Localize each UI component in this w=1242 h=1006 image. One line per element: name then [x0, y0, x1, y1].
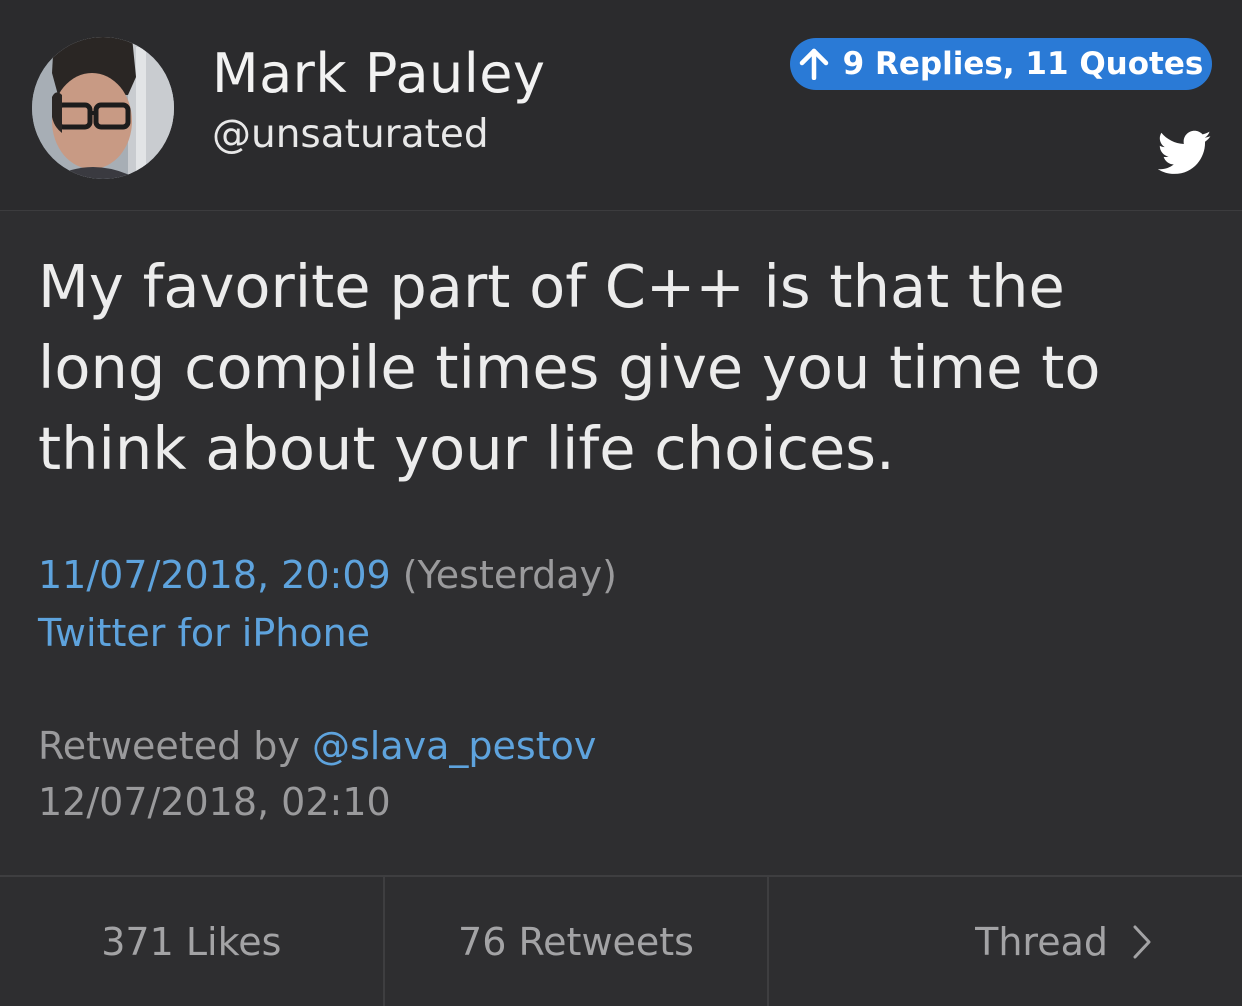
tweet-relative-date: (Yesterday)	[402, 553, 617, 597]
avatar[interactable]	[32, 37, 174, 179]
retweet-timestamp: 12/07/2018, 02:10	[38, 780, 391, 824]
arrow-up-icon	[799, 48, 828, 80]
retweeted-by-label: Retweeted by	[38, 724, 300, 768]
retweets-button[interactable]: 76 Retweets	[385, 877, 770, 1006]
retweeter-handle-link[interactable]: @slava_pestov	[312, 724, 596, 768]
retweets-label: 76 Retweets	[458, 919, 694, 964]
replies-quotes-label: 9 Replies, 11 Quotes	[842, 46, 1204, 82]
thread-button[interactable]: Thread	[769, 877, 1242, 1006]
avatar-image	[32, 37, 174, 179]
tweet-timestamp: 11/07/2018, 20:09 (Yesterday)	[38, 553, 617, 597]
tweet-action-bar: 371 Likes 76 Retweets Thread	[0, 875, 1242, 1006]
retweeted-by: Retweeted by @slava_pestov	[38, 724, 596, 768]
tweet-client-link[interactable]: Twitter for iPhone	[38, 611, 370, 655]
likes-button[interactable]: 371 Likes	[0, 877, 385, 1006]
thread-label: Thread	[975, 919, 1109, 964]
tweet-date-link[interactable]: 11/07/2018, 20:09	[38, 553, 391, 597]
author-handle[interactable]: @unsaturated	[212, 112, 489, 157]
likes-label: 371 Likes	[101, 919, 282, 964]
tweet-header: Mark Pauley @unsaturated 9 Replies, 11 Q…	[0, 0, 1242, 211]
replies-quotes-button[interactable]: 9 Replies, 11 Quotes	[790, 38, 1212, 90]
tweet-text: My favorite part of C++ is that the long…	[38, 252, 1101, 483]
author-display-name[interactable]: Mark Pauley	[212, 42, 545, 105]
twitter-bird-icon[interactable]	[1158, 130, 1212, 176]
chevron-right-icon	[1133, 925, 1151, 958]
